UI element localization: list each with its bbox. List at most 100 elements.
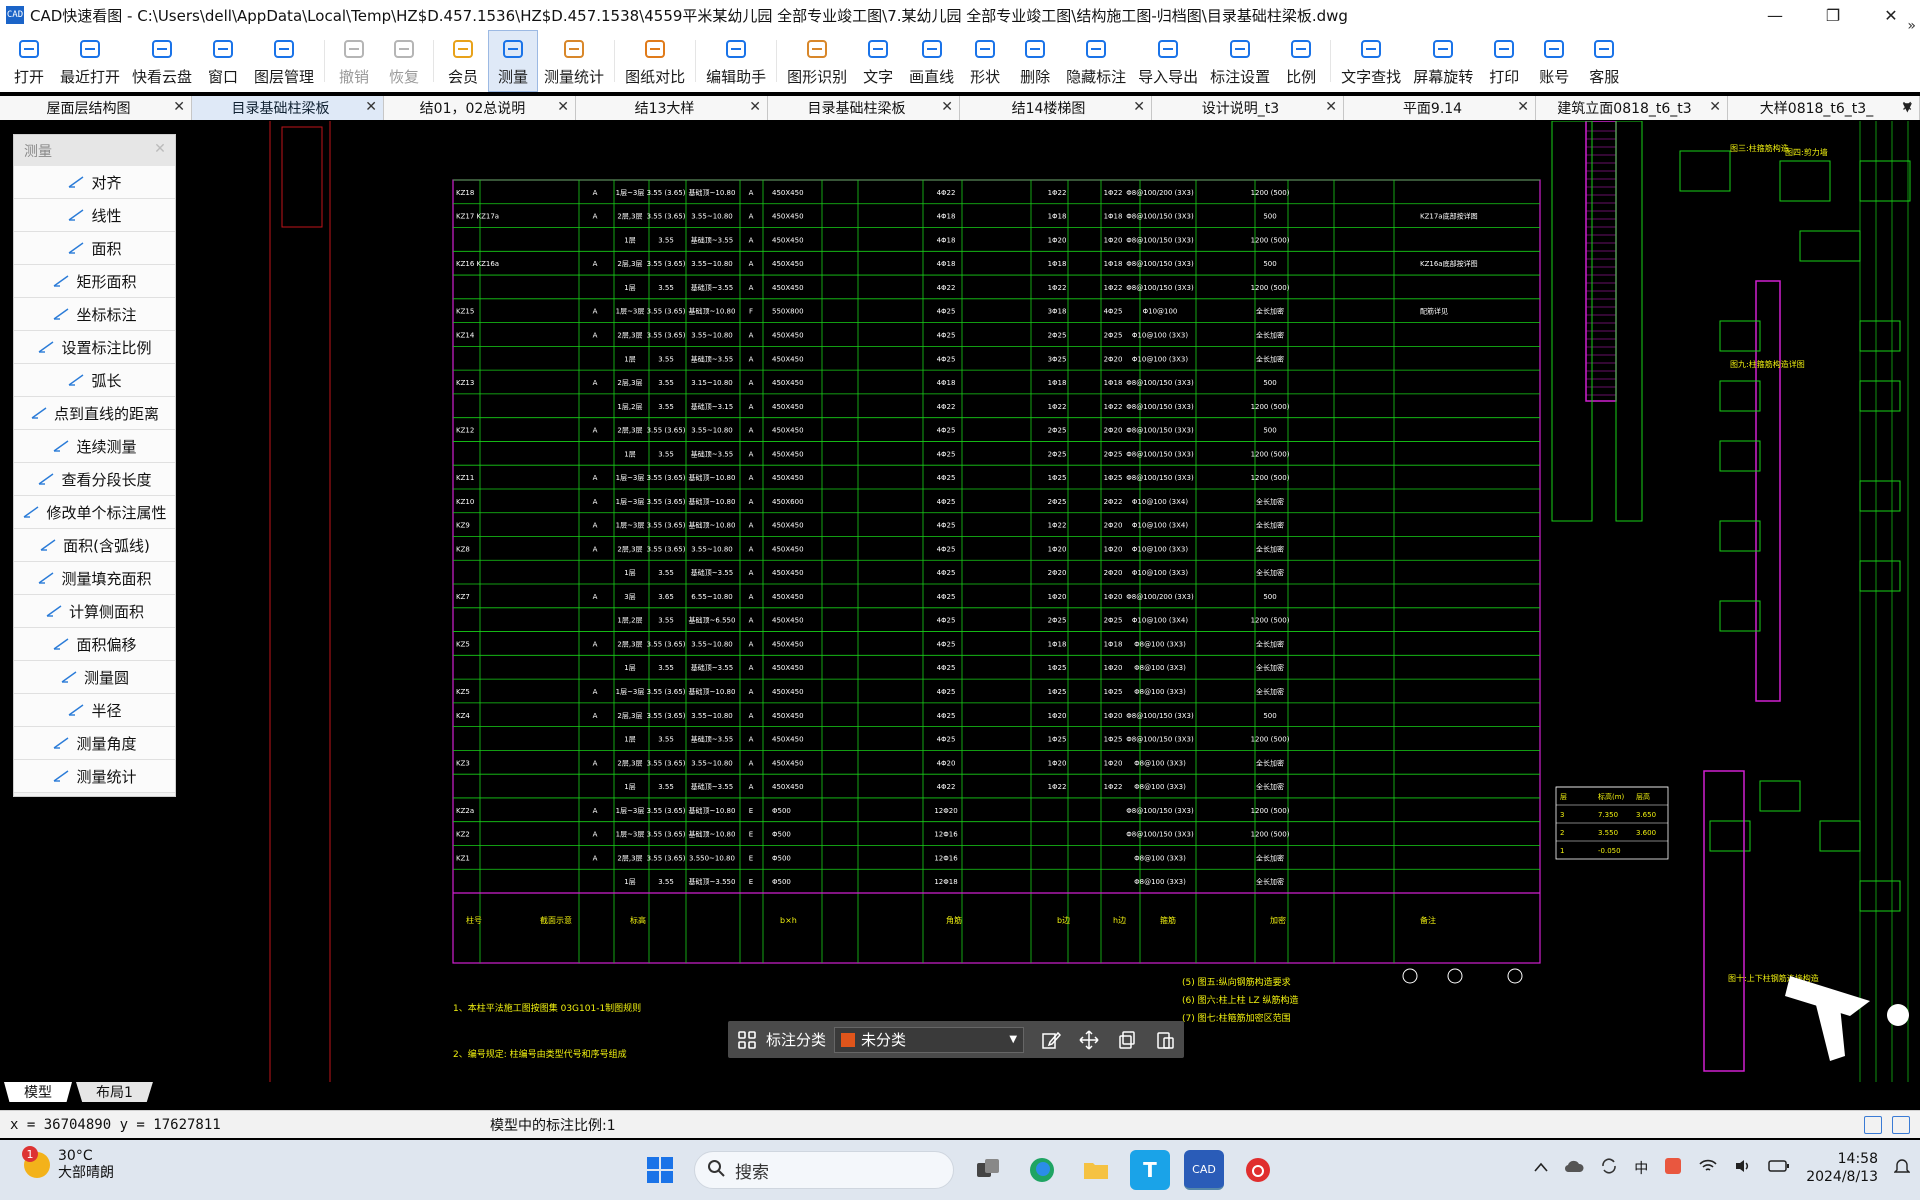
taskbar-search[interactable]: 搜索: [694, 1151, 954, 1189]
measure-tool-7[interactable]: 点到直线的距离: [14, 397, 175, 430]
toolbar-item-7[interactable]: 会员: [438, 30, 488, 92]
measure-tool-2[interactable]: 面积: [14, 232, 175, 265]
sync-icon[interactable]: [1600, 1157, 1618, 1179]
tab-close-icon[interactable]: ✕: [1133, 99, 1145, 115]
measure-tool-15[interactable]: 测量圆: [14, 661, 175, 694]
wifi-icon[interactable]: [1698, 1158, 1718, 1178]
measure-tool-16[interactable]: 半径: [14, 694, 175, 727]
toolbar-more-button[interactable]: »: [1907, 18, 1916, 34]
toolbar-item-21[interactable]: 文字查找: [1335, 30, 1407, 92]
grid-apps-icon[interactable]: [734, 1027, 760, 1053]
toolbar-item-1[interactable]: 最近打开: [54, 30, 126, 92]
tab-close-icon[interactable]: ✕: [1325, 99, 1337, 115]
tab-close-icon[interactable]: ✕: [557, 99, 569, 115]
toolbar-item-3[interactable]: 窗口: [198, 30, 248, 92]
toolbar-item-10[interactable]: 图纸对比: [619, 30, 691, 92]
toolbar-item-15[interactable]: 形状: [960, 30, 1010, 92]
tab-close-icon[interactable]: ✕: [1517, 99, 1529, 115]
measure-tool-14[interactable]: 面积偏移: [14, 628, 175, 661]
ime-indicator[interactable]: 中: [1634, 1158, 1648, 1178]
minimize-button[interactable]: —: [1746, 0, 1804, 30]
edit-annotation-icon[interactable]: [1038, 1027, 1064, 1053]
restore-button[interactable]: ❐: [1804, 0, 1862, 30]
tab-close-icon[interactable]: ✕: [365, 99, 377, 115]
toolbar-item-12[interactable]: 图形识别: [781, 30, 853, 92]
toolbar-item-24[interactable]: 账号: [1529, 30, 1579, 92]
toolbar-item-16[interactable]: 删除: [1010, 30, 1060, 92]
document-tab[interactable]: 目录基础柱梁板 ✕: [192, 96, 384, 120]
cad-app-icon[interactable]: CAD: [1184, 1150, 1224, 1190]
weather-widget[interactable]: 1 30°C 大部晴朗: [22, 1146, 114, 1182]
toolbar-item-14[interactable]: 画直线: [903, 30, 960, 92]
notification-bell-icon[interactable]: [1893, 1157, 1911, 1179]
move-icon[interactable]: [1076, 1027, 1102, 1053]
toolbar-item-8[interactable]: 测量: [488, 30, 539, 92]
layout-tab[interactable]: 模型: [4, 1082, 72, 1102]
tab-close-icon[interactable]: ✕: [941, 99, 953, 115]
cad-drawing[interactable]: KZ18 A 1层~3层 3.55 (3.65) 基础顶~10.80 A 450X450 4Φ…: [0, 121, 1920, 1082]
measure-tool-18[interactable]: 测量统计: [14, 760, 175, 793]
toolbar-item-2[interactable]: 快看云盘: [126, 30, 198, 92]
document-tab[interactable]: 结01，02总说明 ✕: [384, 96, 576, 120]
tab-close-icon[interactable]: ✕: [749, 99, 761, 115]
measure-tool-12[interactable]: 测量填充面积: [14, 562, 175, 595]
toolbar-item-6[interactable]: 恢复: [379, 30, 429, 92]
measure-tool-0[interactable]: 对齐: [14, 166, 175, 199]
tab-close-icon[interactable]: ✕: [173, 99, 185, 115]
measure-tool-11[interactable]: 面积(含弧线): [14, 529, 175, 562]
toolbar-item-4[interactable]: 图层管理: [248, 30, 320, 92]
document-tab[interactable]: 结14楼梯图 ✕: [960, 96, 1152, 120]
toolbar-item-18[interactable]: 导入导出: [1132, 30, 1204, 92]
chevron-up-icon[interactable]: [1534, 1160, 1548, 1176]
toolbar-item-20[interactable]: 比例: [1276, 30, 1326, 92]
document-tab[interactable]: 建筑立面0818_t6_t3 ✕: [1536, 96, 1728, 120]
cloud-tray-icon[interactable]: [1564, 1159, 1584, 1177]
toolbar-item-0[interactable]: 打开: [4, 30, 54, 92]
security-app-icon[interactable]: [1664, 1157, 1682, 1179]
sogou-icon[interactable]: [1887, 1004, 1909, 1026]
edge-browser-icon[interactable]: [1022, 1150, 1062, 1190]
annotation-category-select[interactable]: 未分类 ▼: [834, 1026, 1025, 1053]
toolbar-item-5[interactable]: 撤销: [329, 30, 379, 92]
airplane-mascot-icon[interactable]: [1785, 976, 1870, 1061]
toolbar-item-23[interactable]: 打印: [1479, 30, 1529, 92]
document-tab[interactable]: 设计说明_t3 ✕: [1152, 96, 1344, 120]
measure-tool-9[interactable]: 查看分段长度: [14, 463, 175, 496]
drawing-canvas[interactable]: KZ18 A 1层~3层 3.55 (3.65) 基础顶~10.80 A 450X450 4Φ…: [0, 121, 1920, 1082]
measure-tool-3[interactable]: 矩形面积: [14, 265, 175, 298]
tab-close-icon[interactable]: ✕: [1709, 99, 1721, 115]
toolbar-item-22[interactable]: 屏幕旋转: [1407, 30, 1479, 92]
tabs-overflow-button[interactable]: ▼: [1903, 100, 1912, 114]
windows-start-icon[interactable]: [640, 1150, 680, 1190]
toolbar-item-13[interactable]: 文字: [853, 30, 903, 92]
document-tab[interactable]: 屋面层结构图 ✕: [0, 96, 192, 120]
status-layout-icon[interactable]: [1892, 1115, 1910, 1134]
document-tab[interactable]: 结13大样 ✕: [576, 96, 768, 120]
toolbar-item-9[interactable]: 测量统计: [538, 30, 610, 92]
netease-music-icon[interactable]: [1238, 1150, 1278, 1190]
text-app-icon[interactable]: T: [1130, 1150, 1170, 1190]
measure-tool-17[interactable]: 测量角度: [14, 727, 175, 760]
measure-tool-10[interactable]: 修改单个标注属性: [14, 496, 175, 529]
volume-icon[interactable]: [1734, 1158, 1752, 1178]
layout-tab[interactable]: 布局1: [76, 1082, 153, 1102]
copy-icon[interactable]: [1114, 1027, 1140, 1053]
document-tab[interactable]: 目录基础柱梁板 ✕: [768, 96, 960, 120]
document-tab[interactable]: 大样0818_t6_t3_ ✕: [1728, 96, 1920, 120]
measure-panel-close-button[interactable]: ✕: [149, 141, 171, 161]
measure-tool-4[interactable]: 坐标标注: [14, 298, 175, 331]
measure-tool-13[interactable]: 计算侧面积: [14, 595, 175, 628]
status-tool-icon[interactable]: [1864, 1115, 1882, 1134]
measure-tool-5[interactable]: 设置标注比例: [14, 331, 175, 364]
toolbar-item-19[interactable]: 标注设置: [1204, 30, 1276, 92]
toolbar-item-25[interactable]: 客服: [1579, 30, 1629, 92]
document-tab[interactable]: 平面9.14 ✕: [1344, 96, 1536, 120]
clock[interactable]: 14:58 2024/8/13: [1806, 1150, 1878, 1186]
battery-icon[interactable]: [1768, 1159, 1790, 1177]
task-view-icon[interactable]: [968, 1150, 1008, 1190]
file-explorer-icon[interactable]: [1076, 1150, 1116, 1190]
toolbar-item-11[interactable]: 编辑助手: [700, 30, 772, 92]
measure-tool-6[interactable]: 弧长: [14, 364, 175, 397]
paste-icon[interactable]: [1152, 1027, 1178, 1053]
measure-tool-1[interactable]: 线性: [14, 199, 175, 232]
